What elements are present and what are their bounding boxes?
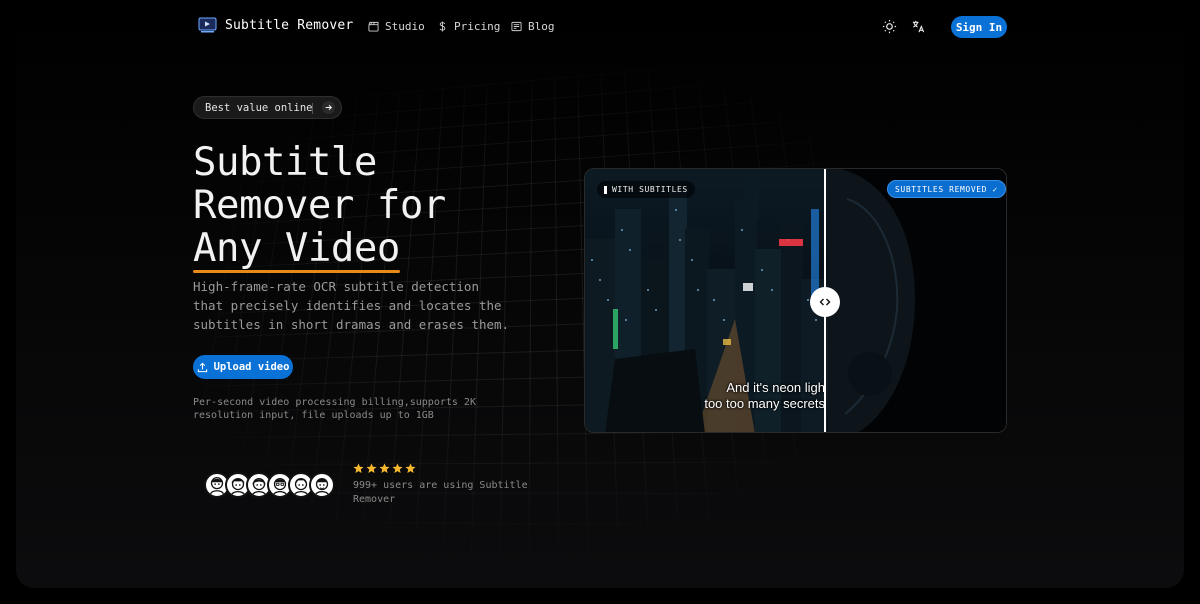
user-avatars: [204, 472, 344, 498]
headline-line-2: Remover for: [193, 184, 593, 227]
arrow-right-icon: [322, 101, 335, 114]
upload-video-button[interactable]: Upload video: [193, 355, 293, 379]
with-subtitles-badge: WITH SUBTITLES: [597, 181, 695, 198]
star-icon: [392, 463, 403, 474]
nav-link-pricing[interactable]: Pricing: [437, 20, 500, 33]
upload-label: Upload video: [214, 361, 290, 373]
avatar: [309, 472, 335, 498]
clapperboard-icon: [368, 21, 379, 32]
chevrons-left-right-icon: [819, 296, 831, 308]
star-icon: [379, 463, 390, 474]
compare-slider-handle[interactable]: [810, 287, 840, 317]
subtitle-line-2: too too many secrets: [677, 396, 825, 412]
pricing-note: Per-second video processing billing,supp…: [193, 396, 533, 422]
before-after-video-compare[interactable]: WITH SUBTITLES SUBTITLES REMOVED ✓ And i…: [584, 168, 1007, 433]
nav-link-label: Studio: [385, 20, 425, 33]
star-icon: [353, 463, 364, 474]
nav-link-blog[interactable]: Blog: [511, 20, 555, 33]
hero-description: High-frame-rate OCR subtitle detection t…: [193, 277, 513, 334]
upload-icon: [197, 362, 208, 373]
logo-icon[interactable]: [198, 17, 217, 33]
star-icon: [366, 463, 377, 474]
nav-link-label: Blog: [528, 20, 555, 33]
pill-label: Best value online: [205, 102, 312, 114]
newspaper-icon: [511, 21, 522, 32]
subtitle-line-1: And it's neon ligh: [677, 380, 825, 396]
headline-line-1: Subtitle: [193, 141, 593, 184]
video-subtitle-text: And it's neon ligh too too many secrets: [677, 380, 825, 412]
language-translate-icon[interactable]: [911, 19, 926, 34]
dollar-icon: [437, 21, 448, 32]
badge-marker: [604, 186, 607, 194]
rating-stars: [353, 463, 416, 474]
pill-divider: [312, 103, 313, 114]
headline-accent: Any Video: [193, 227, 400, 270]
users-count-text: 999+ users are using Subtitle Remover: [353, 479, 528, 507]
hero-headline: Subtitle Remover for Any Video: [193, 141, 593, 270]
with-subtitles-label: WITH SUBTITLES: [612, 185, 688, 194]
top-nav: Subtitle Remover Studio Pricing Blog Sig…: [0, 0, 1200, 54]
subtitles-removed-badge: SUBTITLES REMOVED ✓: [887, 180, 1006, 198]
nav-link-studio[interactable]: Studio: [368, 20, 425, 33]
star-icon: [405, 463, 416, 474]
theme-toggle-sun-icon[interactable]: [882, 19, 897, 34]
best-value-pill[interactable]: Best value online: [193, 96, 342, 119]
nav-link-label: Pricing: [454, 20, 500, 33]
brand-name[interactable]: Subtitle Remover: [225, 18, 353, 33]
sign-in-button[interactable]: Sign In: [951, 16, 1007, 38]
